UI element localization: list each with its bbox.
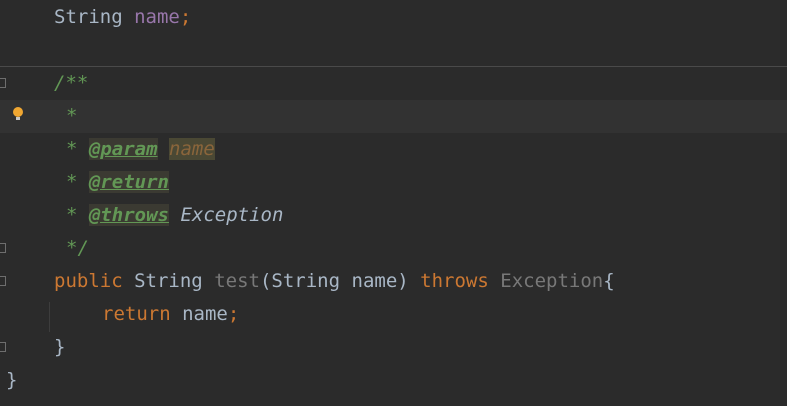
method-signature: public String test(String name) throws E…	[54, 265, 615, 298]
return-keyword: return	[102, 303, 171, 325]
code-line-method-signature[interactable]: public String test(String name) throws E…	[0, 265, 787, 298]
javadoc-throws-tag: @throws	[88, 204, 169, 226]
code-line-field[interactable]: String name;	[0, 1, 787, 34]
return-value: name	[182, 303, 228, 325]
throws-keyword: throws	[420, 270, 489, 292]
code-line-javadoc-blank[interactable]: *	[0, 100, 787, 133]
method-close-brace: }	[54, 336, 66, 358]
code-line-javadoc-return[interactable]: * @return	[0, 166, 787, 199]
code-line-javadoc-throws[interactable]: * @throws Exception	[0, 199, 787, 232]
javadoc-throws-type: Exception	[180, 204, 284, 226]
javadoc-star: *	[66, 204, 78, 226]
javadoc-param-content: * @param name	[66, 133, 215, 166]
return-semicolon: ;	[227, 303, 240, 325]
code-line-method-close[interactable]: }	[0, 331, 787, 364]
field-name: name	[134, 6, 180, 28]
code-line-return[interactable]: return name;	[0, 298, 787, 331]
field-type: String	[54, 6, 123, 28]
open-brace: {	[603, 270, 615, 292]
modifier-keyword: public	[54, 270, 123, 292]
code-line-javadoc-param[interactable]: * @param name	[0, 133, 787, 166]
fold-marker-icon[interactable]	[0, 243, 6, 253]
code-line-javadoc-open[interactable]: /**	[0, 67, 787, 100]
return-type: String	[134, 270, 203, 292]
open-paren: (	[259, 270, 272, 292]
javadoc-return-content: * @return	[66, 166, 169, 199]
return-statement: return name;	[102, 298, 239, 331]
method-name: test	[214, 270, 260, 292]
javadoc-param-tag: @param	[88, 138, 158, 160]
fold-marker-icon[interactable]	[0, 342, 6, 352]
code-editor[interactable]: String name; /** * * @param name * @retu…	[0, 0, 787, 406]
param-name: name	[351, 270, 398, 292]
javadoc-param-name: name	[169, 138, 215, 160]
fold-marker-icon[interactable]	[0, 78, 6, 88]
param-type: String	[271, 270, 341, 292]
javadoc-close: */	[66, 237, 89, 259]
javadoc-star: *	[66, 138, 78, 160]
javadoc-throws-content: * @throws Exception	[66, 199, 283, 232]
close-paren: )	[397, 270, 409, 292]
field-declaration: String name;	[54, 1, 191, 34]
fold-marker-icon[interactable]	[0, 276, 6, 286]
class-close-brace: }	[6, 369, 18, 391]
lightbulb-icon[interactable]	[13, 107, 23, 120]
code-line-javadoc-close[interactable]: */	[0, 232, 787, 265]
exception-type: Exception	[500, 270, 604, 292]
code-line-class-close[interactable]: }	[0, 364, 787, 397]
field-semicolon: ;	[179, 6, 192, 28]
javadoc-star: *	[66, 171, 78, 193]
javadoc-star: *	[66, 105, 78, 127]
javadoc-return-tag: @return	[88, 171, 169, 193]
javadoc-open: /**	[54, 72, 89, 94]
